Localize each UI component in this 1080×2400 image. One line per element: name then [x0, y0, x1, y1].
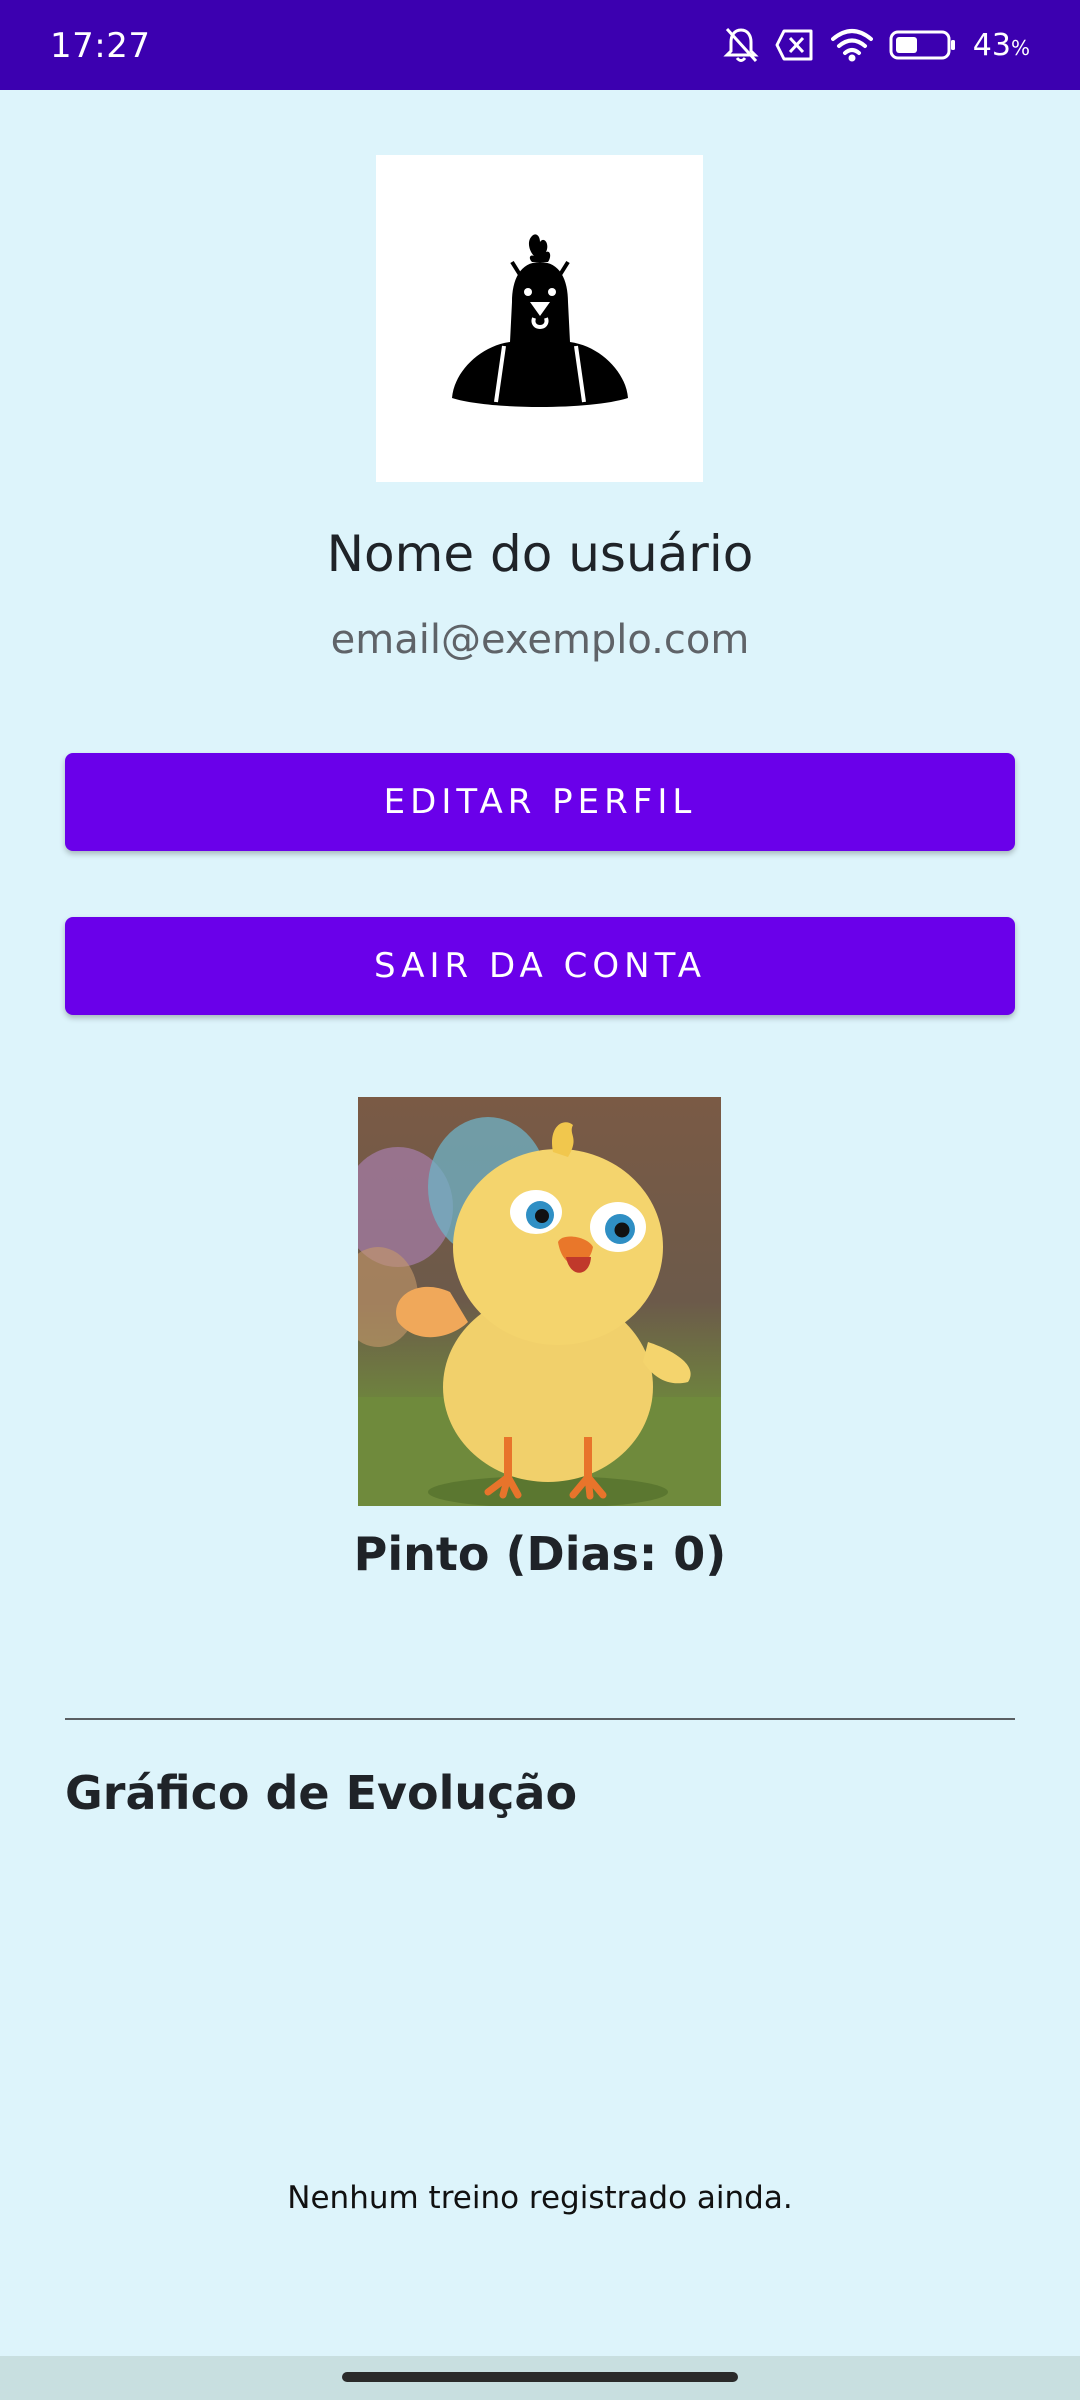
pet-image	[358, 1097, 721, 1506]
status-bar: 17:27 43%	[0, 0, 1080, 90]
close-box-icon	[775, 28, 815, 62]
battery-icon	[889, 29, 957, 61]
navigation-bar	[0, 2356, 1080, 2400]
chart-title: Gráfico de Evolução	[65, 1766, 578, 1820]
edit-profile-button[interactable]: EDITAR PERFIL	[65, 753, 1015, 851]
home-gesture-handle[interactable]	[342, 2372, 738, 2382]
profile-email: email@exemplo.com	[330, 617, 750, 663]
rooster-icon	[450, 222, 630, 416]
battery-percent: 43%	[972, 27, 1030, 63]
logout-button[interactable]: SAIR DA CONTA	[65, 917, 1015, 1015]
profile-name: Nome do usuário	[326, 525, 754, 583]
status-icons: 43%	[723, 24, 1030, 66]
chart-empty-message: Nenhum treino registrado ainda.	[287, 2180, 793, 2216]
bell-off-icon	[723, 26, 759, 64]
divider	[65, 1718, 1015, 1720]
chick-illustration	[358, 1117, 721, 1506]
pet-caption: Pinto (Dias: 0)	[353, 1527, 727, 1581]
status-time: 17:27	[50, 26, 151, 66]
profile-avatar	[376, 155, 703, 482]
wifi-icon	[830, 28, 873, 62]
